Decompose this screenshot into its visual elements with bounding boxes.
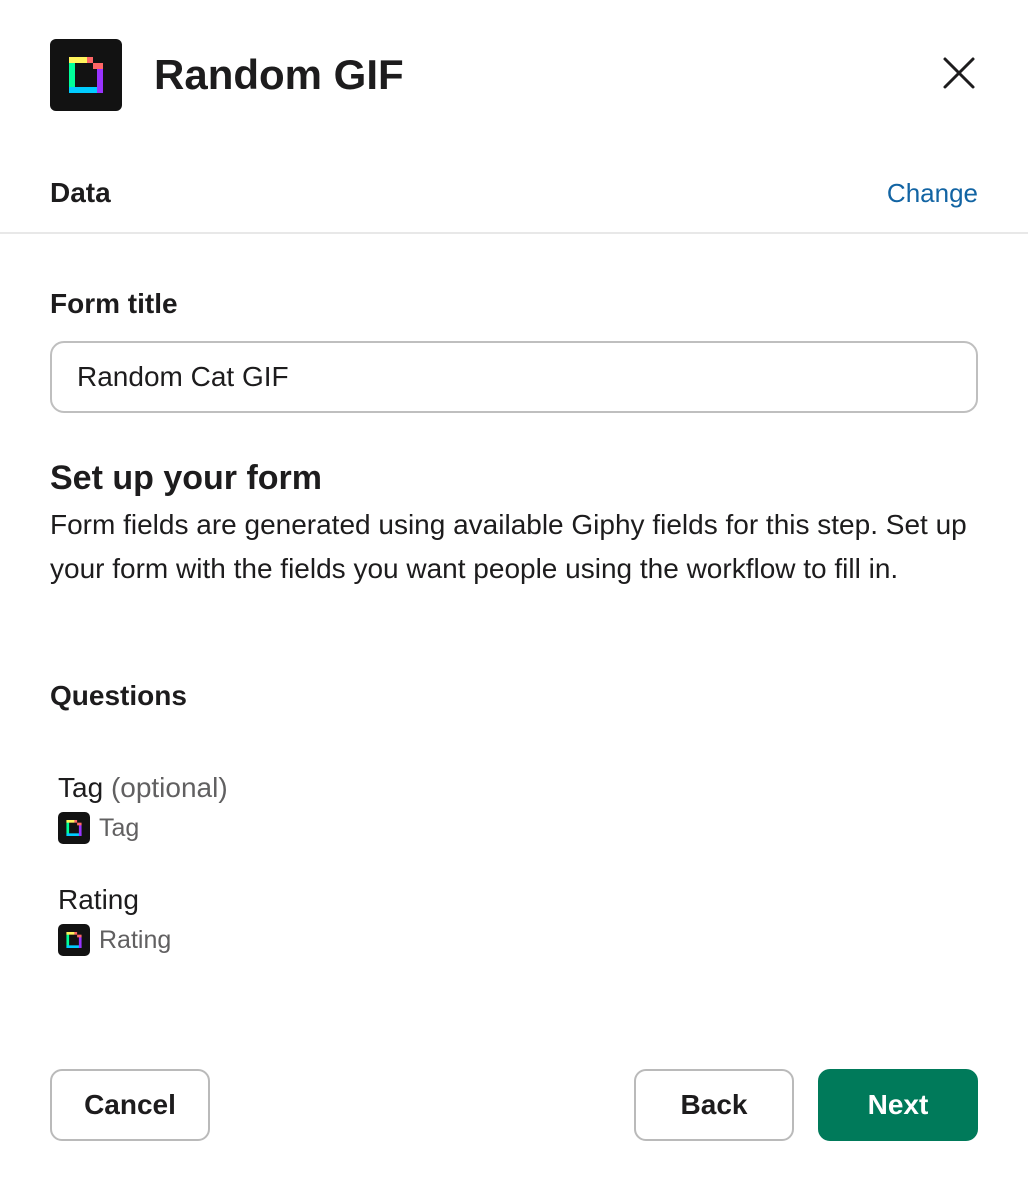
question-source-label: Rating — [99, 926, 172, 954]
question-source: Rating — [58, 924, 171, 956]
question-name-text: Tag — [58, 772, 104, 803]
giphy-logo-icon — [58, 812, 90, 844]
modal-header: Random GIF — [50, 39, 978, 111]
question-source: Tag — [58, 812, 139, 844]
close-button[interactable] — [934, 51, 982, 99]
question-optional-text: (optional) — [110, 772, 228, 803]
workflow-step-modal: Random GIF Data Change Form title Set up… — [0, 0, 1028, 1182]
next-button[interactable]: Next — [818, 1069, 978, 1141]
giphy-logo-icon — [50, 39, 122, 111]
back-button[interactable]: Back — [634, 1069, 794, 1141]
form-title-label: Form title — [50, 288, 178, 319]
modal-title: Random GIF — [154, 51, 404, 98]
close-icon — [943, 57, 975, 89]
question-item-rating[interactable]: Rating Rating — [58, 882, 958, 962]
data-label: Data — [50, 177, 111, 208]
cancel-button[interactable]: Cancel — [50, 1069, 210, 1141]
data-section: Data Change — [0, 160, 1028, 234]
giphy-logo-icon — [58, 924, 90, 956]
setup-description: Form fields are generated using availabl… — [50, 509, 967, 584]
question-name: Tag (optional) — [58, 770, 228, 806]
question-item-tag[interactable]: Tag (optional) Tag — [58, 770, 958, 850]
question-source-label: Tag — [99, 814, 140, 842]
questions-heading: Questions — [50, 680, 187, 711]
question-name: Rating — [58, 882, 139, 918]
question-name-text: Rating — [58, 884, 139, 915]
form-title-input[interactable] — [50, 341, 978, 413]
setup-title: Set up your form — [50, 459, 323, 497]
change-link[interactable]: Change — [887, 176, 978, 210]
